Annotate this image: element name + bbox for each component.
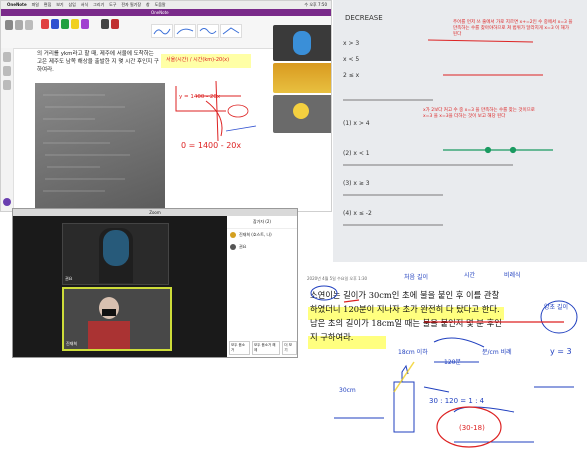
menu-tools[interactable]: 도구 <box>109 2 116 7</box>
avatar <box>230 232 236 238</box>
more-button[interactable]: 더 보기 <box>282 341 297 355</box>
black-pen-icon[interactable] <box>101 19 109 29</box>
problem-drawings <box>310 285 578 448</box>
participants-panel: 참가자 (2) 진재희 (호스트, 나) 권요 모두 음소거 모두 음소거 해제… <box>227 216 297 357</box>
purple-pen-icon[interactable] <box>81 19 89 29</box>
menu-onenote[interactable]: OneNote <box>7 2 27 7</box>
menu-insert[interactable]: 삽입 <box>69 2 76 7</box>
ink-shape-3[interactable] <box>197 24 219 38</box>
tile-name-label: 진재희 <box>66 341 78 346</box>
problem-line-3: 하여라. <box>37 67 54 73</box>
annotation-formula: y = 1400 - 20x <box>179 94 221 100</box>
search-icon[interactable] <box>3 66 11 76</box>
menu-edit[interactable]: 편집 <box>44 2 51 7</box>
face-cover-icon <box>293 31 311 55</box>
onenote-sidebar <box>1 48 14 211</box>
window-title: OneNote <box>151 10 169 15</box>
mac-menubar: OneNote 파일 편집 보기 삽입 서식 그리기 도구 전자 필기장 창 도… <box>1 1 331 9</box>
status-clock: 수 오후 7:50 <box>304 2 327 7</box>
red-pen-icon[interactable] <box>41 19 49 29</box>
ink-shape-2[interactable] <box>174 24 196 38</box>
video-tile-3[interactable] <box>273 95 331 133</box>
video-tile-2[interactable] <box>273 63 331 93</box>
ink-shape-1[interactable] <box>151 24 173 38</box>
participants-actions: 모두 음소거 모두 음소거 해제 더 보기 <box>229 341 297 355</box>
ink-shape-4[interactable] <box>220 24 242 38</box>
onenote-window: OneNote 파일 편집 보기 삽입 서식 그리기 도구 전자 필기장 창 도… <box>0 0 332 212</box>
eraser-icon[interactable] <box>25 20 33 30</box>
annotation-time: 서울(시간) / 시간(km)-20(x) <box>166 57 230 63</box>
menu-notebook[interactable]: 전자 필기장 <box>121 2 141 7</box>
unmute-all-button[interactable]: 모두 음소거 해제 <box>251 341 281 355</box>
participants-header: 참가자 (2) <box>227 216 297 229</box>
whiteboard-photo: DECREASE x > 3 x < 5 2 ≤ x (1) x > 4 (2)… <box>333 0 587 262</box>
avatar[interactable] <box>3 198 11 206</box>
problem-line-2: 고은 제주도 남쪽 해상을 출발한 지 몇 시간 후인지 구 <box>37 59 159 65</box>
mask-shape <box>102 309 116 316</box>
avatar <box>230 244 236 250</box>
video-tile-student[interactable]: 권요 <box>62 223 169 285</box>
menu-file[interactable]: 파일 <box>32 2 39 7</box>
problem-line-1: 의 거리를 ykm라고 할 때, 제주에 서울에 도착하는 <box>37 51 154 57</box>
select-tool-icon[interactable] <box>5 20 13 30</box>
highlighter-icon[interactable] <box>71 19 79 29</box>
tile-name-label: 권요 <box>65 276 73 281</box>
notebook-photo <box>35 83 165 208</box>
annotation-result: 0 = 1400 - 20x <box>181 141 242 150</box>
participant-row[interactable]: 권요 <box>227 241 297 253</box>
recent-icon[interactable] <box>3 80 11 90</box>
smiley-icon <box>293 103 309 119</box>
participant-row[interactable]: 진재희 (호스트, 나) <box>227 229 297 241</box>
shirt-shape <box>88 321 130 349</box>
menu-view[interactable]: 보기 <box>56 2 63 7</box>
menu-window[interactable]: 창 <box>146 2 150 7</box>
mute-all-button[interactable]: 모두 음소거 <box>229 341 250 355</box>
menu-draw[interactable]: 그리기 <box>93 2 104 7</box>
hair-shape <box>99 228 133 283</box>
blue-pen-icon[interactable] <box>51 19 59 29</box>
menu-help[interactable]: 도움말 <box>155 2 166 7</box>
video-tile-1[interactable] <box>273 25 331 61</box>
lasso-icon[interactable] <box>15 20 23 30</box>
green-pen-icon[interactable] <box>61 19 69 29</box>
ribbon-tab-bar: OneNote <box>1 9 331 16</box>
notebooks-icon[interactable] <box>3 52 11 62</box>
participant-name: 진재희 (호스트, 나) <box>239 232 272 237</box>
problem-page: 2020년 4월 5일 수요일 오후 1:30 소연이는 길이가 30cm인 초… <box>304 262 587 455</box>
color-picker-icon[interactable] <box>111 19 119 29</box>
whiteboard-drawings <box>343 39 553 226</box>
menu-format[interactable]: 서식 <box>81 2 88 7</box>
participant-name: 권요 <box>239 244 247 249</box>
zoom-window: Zoom 권요 진재희 참가자 (2) 진재희 (호스트, 나) 권요 모두 음… <box>12 208 298 358</box>
video-tile-active[interactable]: 진재희 <box>62 287 172 351</box>
zoom-titlebar: Zoom <box>13 209 297 216</box>
